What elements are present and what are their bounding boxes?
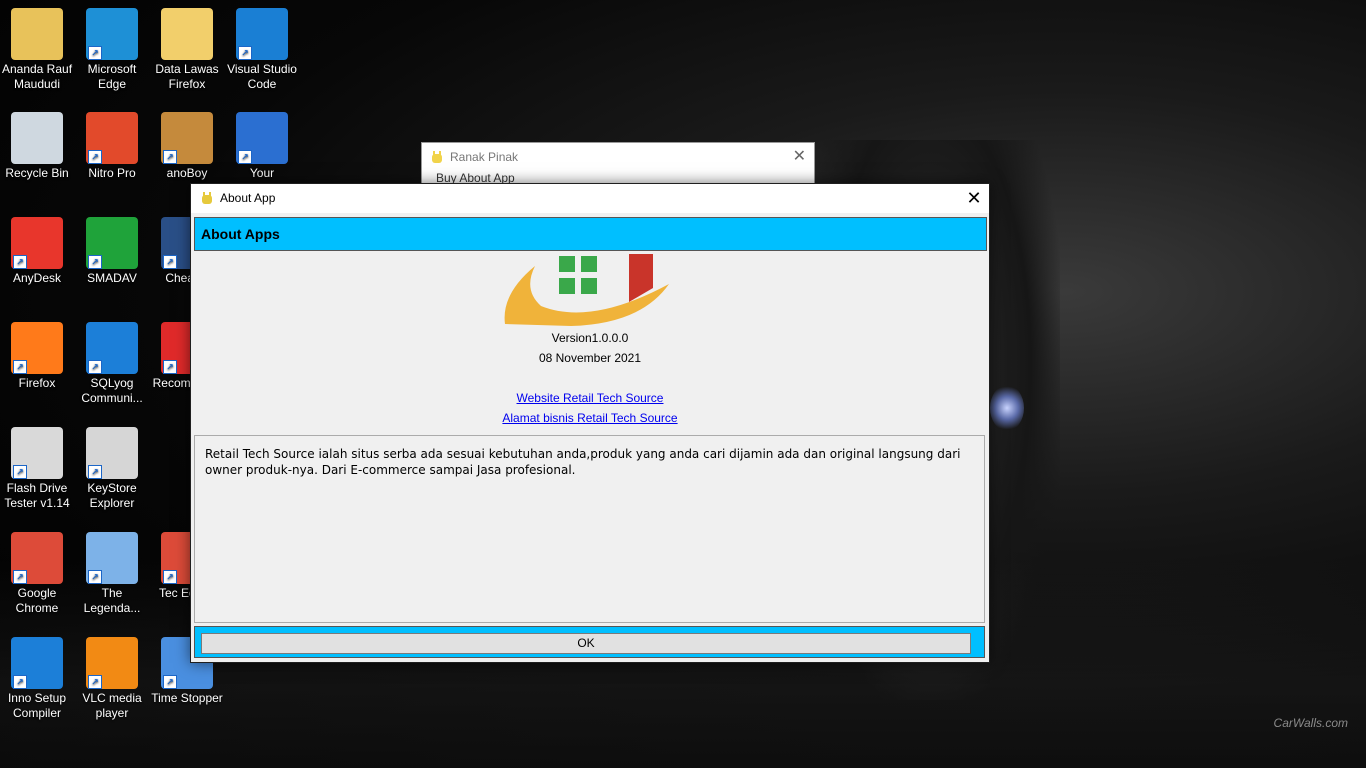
- shortcut-arrow-icon: ↗: [163, 150, 177, 164]
- desktop-icon-label: SQLyog Communi...: [81, 376, 143, 405]
- shortcut-arrow-icon: ↗: [88, 570, 102, 584]
- wallpaper-watermark: CarWalls.com: [1273, 716, 1348, 730]
- background-window-title: Ranak Pinak: [450, 150, 519, 164]
- desktop-icon-label: Google Chrome: [15, 586, 59, 615]
- desktop-icon[interactable]: ↗ KeyStore Explorer: [75, 427, 149, 511]
- desktop-icon-label: VLC media player: [82, 691, 142, 720]
- ok-button[interactable]: OK: [201, 633, 971, 654]
- close-icon[interactable]: ✕: [959, 184, 989, 213]
- desktop-icon[interactable]: ↗ Your: [225, 112, 299, 181]
- folder-icon: [161, 8, 213, 60]
- desktop-icon-label: Flash Drive Tester v1.14: [4, 481, 70, 510]
- keystore-icon: ↗: [86, 427, 138, 479]
- desktop-icon-label: SMADAV: [87, 271, 137, 285]
- smadav-icon: ↗: [86, 217, 138, 269]
- recycle-bin-icon: [11, 112, 63, 164]
- retail-logo-icon: [504, 254, 669, 326]
- desktop-icon[interactable]: ↗ SMADAV: [75, 217, 149, 286]
- desktop-icon-label: Firefox: [18, 376, 56, 390]
- shortcut-arrow-icon: ↗: [163, 255, 177, 269]
- close-icon[interactable]: ✕: [793, 143, 806, 171]
- desktop-icon[interactable]: ↗ Inno Setup Compiler: [0, 637, 74, 721]
- edge-icon: ↗: [86, 8, 138, 60]
- version-label: Version1.0.0.0: [551, 331, 629, 345]
- sqlyog-icon: ↗: [86, 322, 138, 374]
- desktop-icon-label: Recycle Bin: [5, 166, 69, 180]
- anydesk-icon: ↗: [11, 217, 63, 269]
- shortcut-arrow-icon: ↗: [238, 150, 252, 164]
- desktop-icon-label: Visual Studio Code: [227, 62, 297, 91]
- firefox-icon: ↗: [11, 322, 63, 374]
- desktop-icon[interactable]: Data Lawas Firefox: [150, 8, 224, 92]
- ok-band: OK: [194, 626, 985, 658]
- sword-icon: ↗: [86, 532, 138, 584]
- shortcut-arrow-icon: ↗: [13, 675, 27, 689]
- background-window[interactable]: Ranak Pinak ✕ Buy About App: [421, 142, 815, 186]
- app-icon: [432, 151, 442, 163]
- shortcut-arrow-icon: ↗: [13, 570, 27, 584]
- desktop-icon-label: Data Lawas Firefox: [155, 62, 219, 91]
- website-link[interactable]: Website Retail Tech Source: [191, 391, 989, 405]
- desktop-icon-label: The Legenda...: [83, 586, 141, 615]
- desktop-icon-label: anoBoy: [166, 166, 208, 180]
- inno-setup-icon: ↗: [11, 637, 63, 689]
- desktop-icon[interactable]: ↗ Flash Drive Tester v1.14: [0, 427, 74, 511]
- desktop-icon-label: Ananda Rauf Maududi: [1, 62, 73, 91]
- desktop-icon-label: Nitro Pro: [88, 166, 136, 180]
- shortcut-arrow-icon: ↗: [163, 675, 177, 689]
- app-icon: [202, 192, 212, 204]
- desktop-icon[interactable]: Recycle Bin: [0, 112, 74, 181]
- description-textbox[interactable]: Retail Tech Source ialah situs serba ada…: [194, 435, 985, 623]
- desktop-icon[interactable]: ↗ SQLyog Communi...: [75, 322, 149, 406]
- desktop-icon[interactable]: ↗ VLC media player: [75, 637, 149, 721]
- vscode-icon: ↗: [236, 8, 288, 60]
- shortcut-arrow-icon: ↗: [88, 675, 102, 689]
- desktop-icon[interactable]: ↗ AnyDesk: [0, 217, 74, 286]
- shortcut-arrow-icon: ↗: [13, 360, 27, 374]
- shortcut-arrow-icon: ↗: [88, 465, 102, 479]
- user-folder-icon: [11, 8, 63, 60]
- chrome-icon: ↗: [11, 532, 63, 584]
- desktop-icon-label: Time Stopper: [151, 691, 223, 705]
- desktop-icon[interactable]: ↗ Firefox: [0, 322, 74, 391]
- shortcut-arrow-icon: ↗: [238, 46, 252, 60]
- desktop-icon[interactable]: ↗ anoBoy: [150, 112, 224, 181]
- about-dialog: About App ✕ About Apps Version1.0.0.0 08…: [190, 183, 990, 663]
- business-address-link[interactable]: Alamat bisnis Retail Tech Source: [191, 411, 989, 425]
- shortcut-arrow-icon: ↗: [88, 360, 102, 374]
- anoboy-icon: ↗: [161, 112, 213, 164]
- desktop-icon-label: Microsoft Edge: [87, 62, 137, 91]
- shortcut-arrow-icon: ↗: [13, 255, 27, 269]
- date-label: 08 November 2021: [538, 351, 642, 365]
- dialog-titlebar[interactable]: About App ✕: [191, 184, 989, 213]
- background-window-titlebar[interactable]: Ranak Pinak ✕: [422, 143, 814, 171]
- shortcut-arrow-icon: ↗: [88, 46, 102, 60]
- desktop-icon-label: KeyStore Explorer: [87, 481, 137, 510]
- desktop-icon-label: Inno Setup Compiler: [7, 691, 67, 720]
- desktop-icon[interactable]: ↗ Nitro Pro: [75, 112, 149, 181]
- shortcut-arrow-icon: ↗: [88, 150, 102, 164]
- desktop-icon[interactable]: ↗ Visual Studio Code: [225, 8, 299, 92]
- shortcut-arrow-icon: ↗: [88, 255, 102, 269]
- desktop-icon[interactable]: Ananda Rauf Maududi: [0, 8, 74, 92]
- nitro-icon: ↗: [86, 112, 138, 164]
- dialog-title: About App: [220, 191, 276, 205]
- usb-drive-icon: ↗: [11, 427, 63, 479]
- header-band: About Apps: [194, 217, 987, 251]
- yu-icon: ↗: [236, 112, 288, 164]
- desktop-icon-label: AnyDesk: [12, 271, 62, 285]
- wallpaper-headlight: [990, 385, 1024, 431]
- shortcut-arrow-icon: ↗: [13, 465, 27, 479]
- vlc-icon: ↗: [86, 637, 138, 689]
- header-title: About Apps: [201, 226, 280, 242]
- desktop-icon[interactable]: ↗ The Legenda...: [75, 532, 149, 616]
- desktop-icon-label: Your: [249, 166, 275, 180]
- shortcut-arrow-icon: ↗: [163, 570, 177, 584]
- desktop-icon[interactable]: ↗ Microsoft Edge: [75, 8, 149, 92]
- shortcut-arrow-icon: ↗: [163, 360, 177, 374]
- desktop-icon[interactable]: ↗ Google Chrome: [0, 532, 74, 616]
